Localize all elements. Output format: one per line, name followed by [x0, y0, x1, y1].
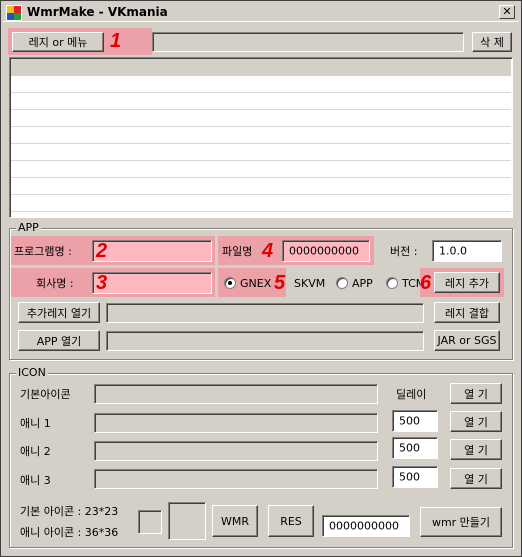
icon-row-label-ani3: 애니 3 — [20, 474, 51, 487]
open-ani3-button[interactable]: 열 기 — [450, 468, 502, 489]
list-header — [11, 59, 511, 76]
radio-gnex[interactable] — [224, 277, 236, 289]
add-reg-button[interactable]: 레지 추가 — [434, 272, 500, 293]
program-name-input[interactable] — [92, 240, 212, 262]
icon-path-basic[interactable] — [94, 384, 378, 404]
radio-gnex-label: GNEX — [240, 277, 272, 290]
list-gridline — [11, 126, 511, 127]
delete-button[interactable]: 삭 제 — [472, 32, 512, 52]
annotation-5: 5 — [274, 272, 286, 294]
radio-skvm-label: SKVM — [294, 277, 326, 290]
icon-path-ani2[interactable] — [94, 441, 378, 461]
program-name-label: 프로그램명 : — [14, 245, 72, 258]
open-extra-reg-button[interactable]: 추가레지 열기 — [18, 302, 100, 323]
icon-row-label-ani1: 애니 1 — [20, 417, 51, 430]
close-button[interactable]: ✕ — [499, 5, 515, 19]
radio-tcm[interactable] — [386, 277, 398, 289]
basic-size-text: 기본 아이콘 : 23*23 — [20, 505, 119, 518]
annotation-3: 3 — [96, 272, 108, 294]
jar-sgs-button[interactable]: JAR or SGS — [434, 330, 500, 351]
extra-reg-path-field[interactable] — [106, 303, 424, 323]
icon-path-ani3[interactable] — [94, 469, 378, 489]
filename-input[interactable]: 0000000000 — [282, 240, 370, 262]
open-ani1-button[interactable]: 열 기 — [450, 411, 502, 432]
open-ani2-button[interactable]: 열 기 — [450, 439, 502, 460]
output-name-input[interactable]: 0000000000 — [322, 515, 410, 537]
window-title: WmrMake - VKmania — [27, 5, 168, 19]
make-wmr-button[interactable]: wmr 만들기 — [420, 507, 502, 537]
open-basic-icon-button[interactable]: 열 기 — [450, 383, 502, 404]
filename-label: 파일명 — [222, 245, 253, 258]
icon-group-title: ICON — [16, 366, 48, 379]
delay-label: 딜레이 — [396, 388, 427, 401]
delay-input-ani1[interactable]: 500 — [392, 410, 438, 432]
wmr-button[interactable]: WMR — [212, 505, 258, 537]
ani-icon-preview — [168, 502, 206, 540]
company-input[interactable] — [92, 272, 212, 294]
version-label: 버전 : — [390, 245, 418, 258]
app-logo-icon — [6, 5, 22, 21]
icon-row-label-ani2: 애니 2 — [20, 445, 51, 458]
company-label: 회사명 : — [36, 277, 74, 290]
res-button[interactable]: RES — [268, 505, 314, 537]
list-gridline — [11, 143, 511, 144]
app-path-field[interactable] — [106, 331, 424, 351]
list-gridline — [11, 177, 511, 178]
reg-menu-button[interactable]: 레지 or 메뉴 — [12, 32, 104, 52]
open-app-button[interactable]: APP 열기 — [18, 330, 100, 351]
list-gridline — [11, 211, 511, 212]
item-list[interactable] — [9, 57, 513, 218]
icon-path-ani1[interactable] — [94, 413, 378, 433]
list-gridline — [11, 109, 511, 110]
annotation-1: 1 — [110, 30, 122, 52]
list-gridline — [11, 194, 511, 195]
list-gridline — [11, 160, 511, 161]
annotation-2: 2 — [96, 240, 108, 262]
merge-reg-button[interactable]: 레지 결합 — [434, 302, 500, 323]
ani-size-text: 애니 아이콘 : 36*36 — [20, 526, 119, 539]
annotation-4: 4 — [262, 240, 274, 262]
app-group-title: APP — [16, 221, 41, 234]
delay-input-ani3[interactable]: 500 — [392, 466, 438, 488]
version-input[interactable]: 1.0.0 — [432, 240, 502, 262]
title-bar: WmrMake - VKmania ✕ — [3, 3, 519, 22]
icon-row-label-basic: 기본아이콘 — [20, 388, 71, 401]
annotation-6: 6 — [420, 272, 432, 294]
radio-app-label: APP — [352, 277, 373, 290]
path-field[interactable] — [152, 32, 464, 52]
delay-input-ani2[interactable]: 500 — [392, 437, 438, 459]
radio-app[interactable] — [336, 277, 348, 289]
list-gridline — [11, 92, 511, 93]
basic-icon-preview — [138, 510, 162, 534]
